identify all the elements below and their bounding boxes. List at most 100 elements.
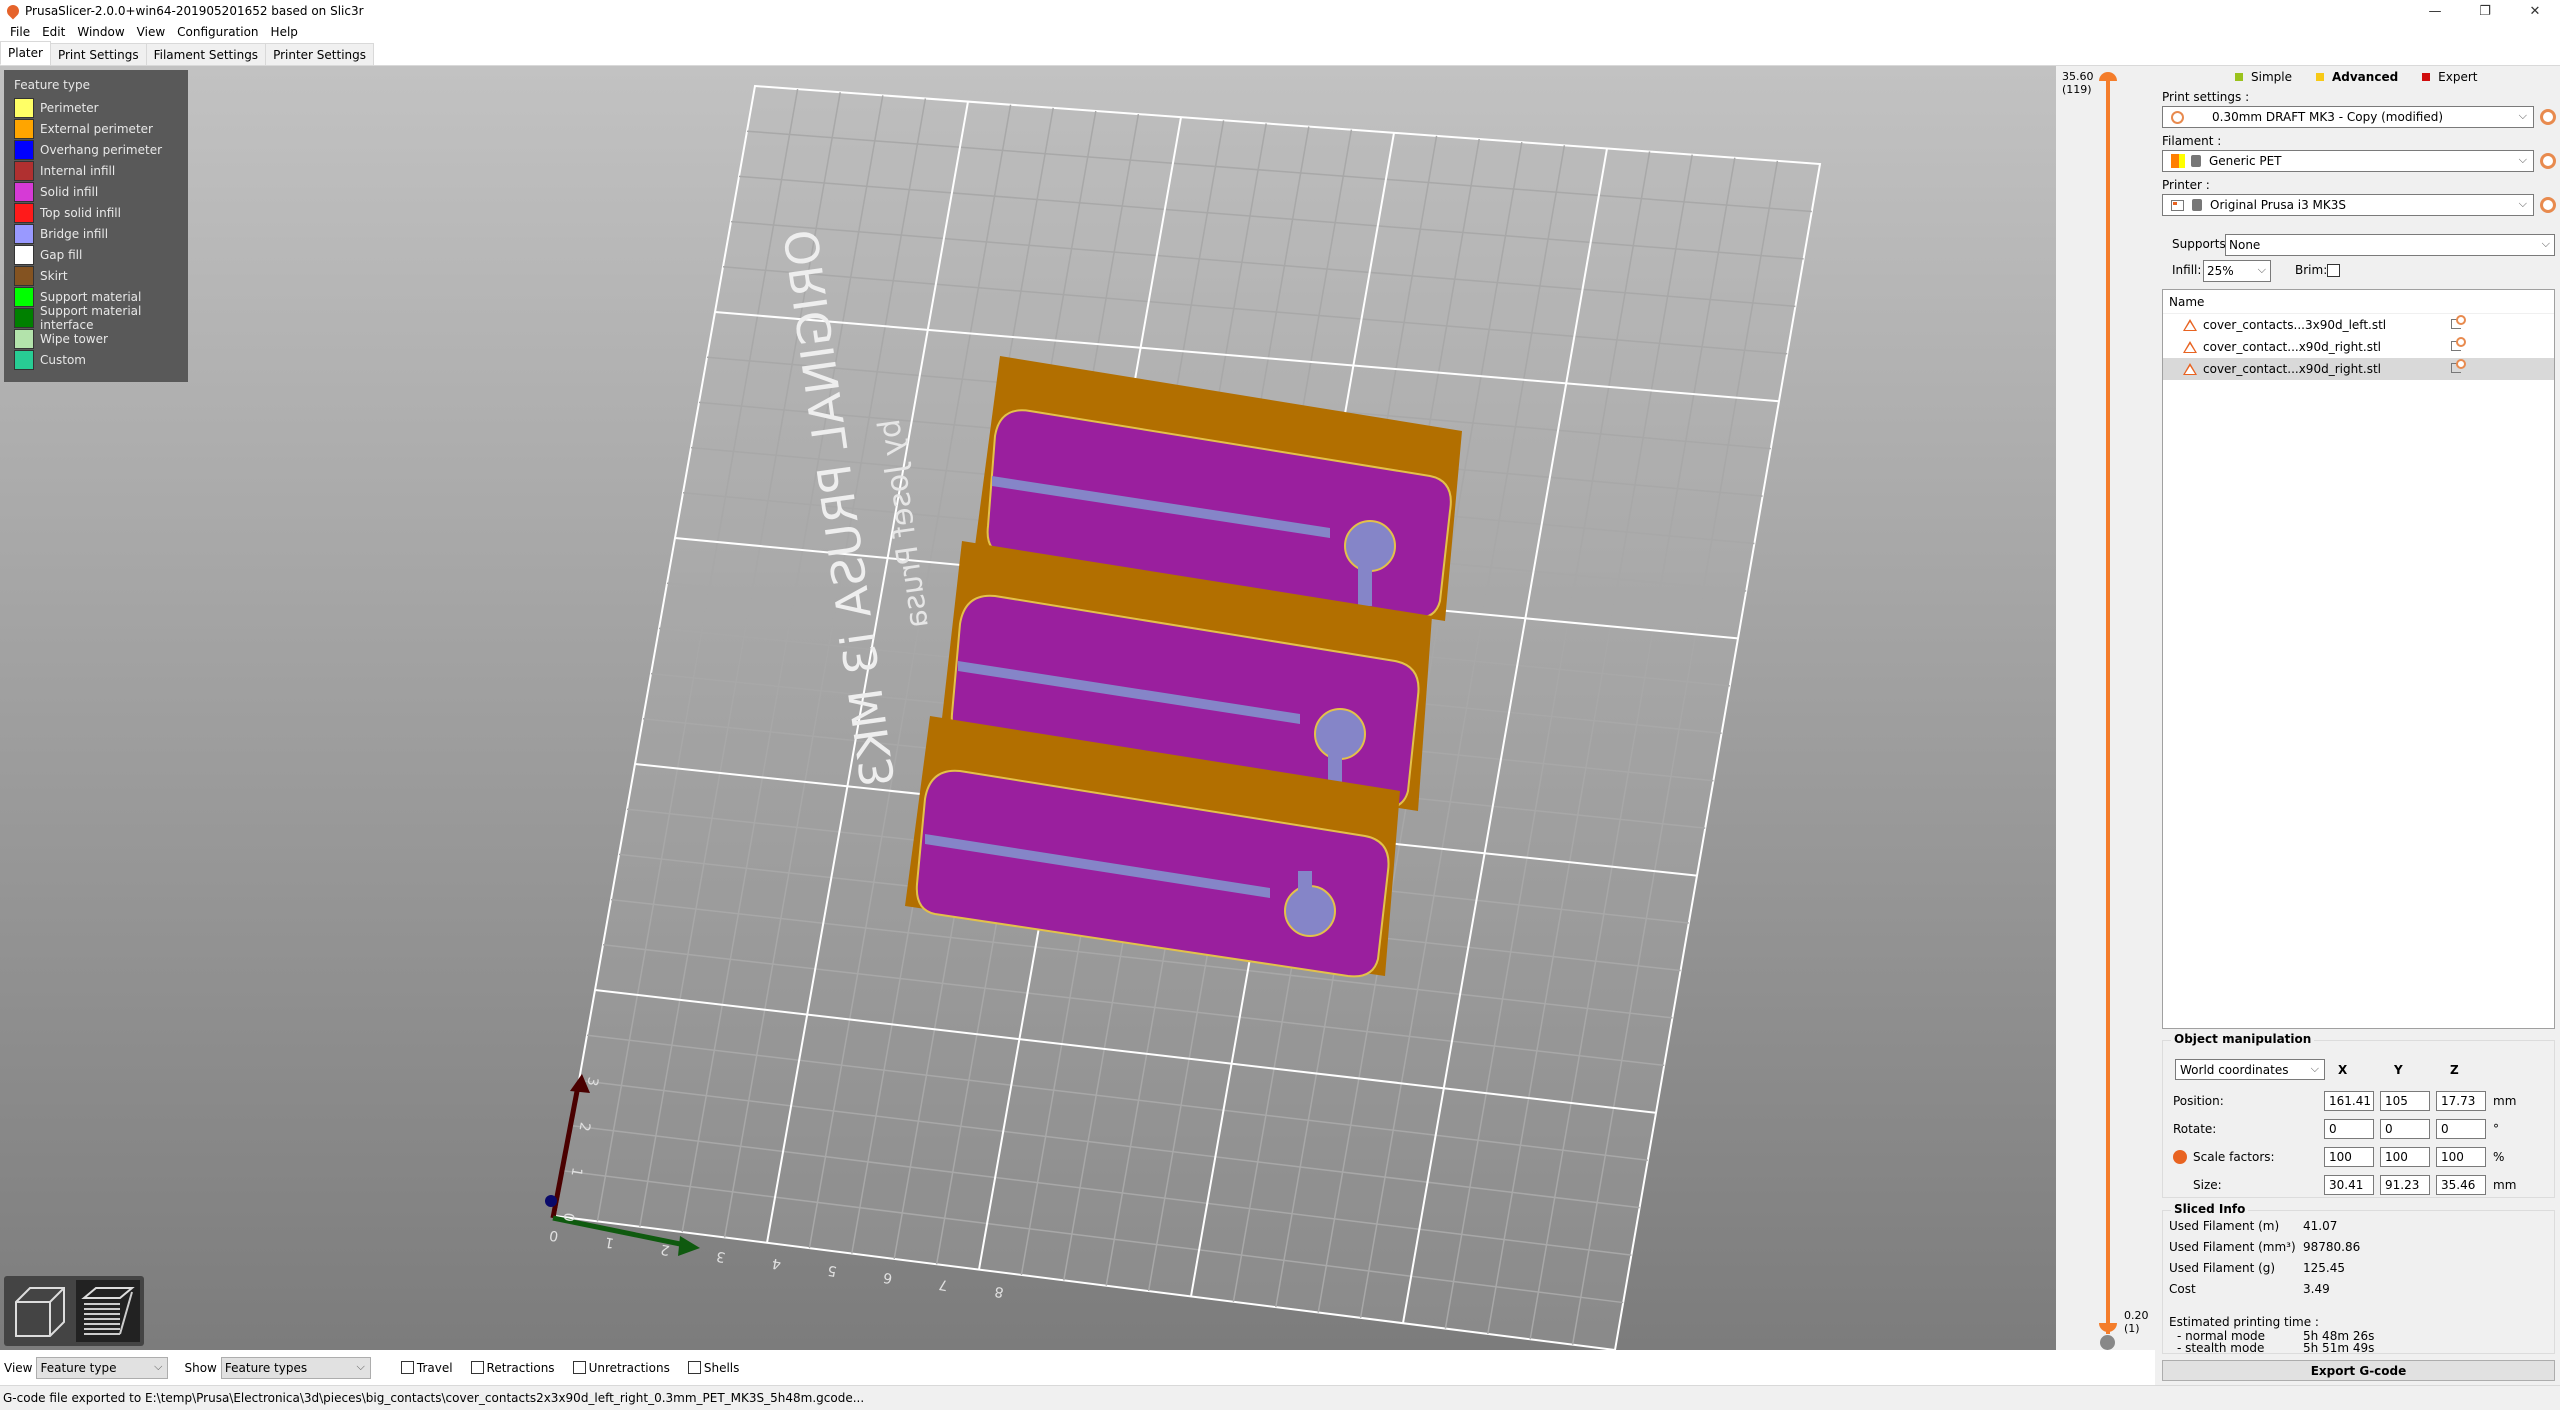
title-bar: PrusaSlicer-2.0.0+win64-201905201652 bas…: [0, 0, 2560, 22]
sliced-info-label: Used Filament (g): [2169, 1261, 2276, 1275]
coordinate-system-value: World coordinates: [2180, 1062, 2289, 1077]
om-z-field[interactable]: 100: [2436, 1147, 2486, 1167]
view-type-combo[interactable]: Feature type ⌵: [36, 1356, 169, 1379]
om-z-field[interactable]: 0: [2436, 1119, 2486, 1139]
show-features-value: Feature types: [224, 1360, 308, 1375]
tab-print-settings[interactable]: Print Settings: [49, 43, 147, 65]
legend-item-label: Top solid infill: [40, 205, 121, 220]
om-y-field[interactable]: 100: [2380, 1147, 2430, 1167]
filament-combo[interactable]: Generic PET ⌵: [2162, 150, 2534, 172]
checkbox-box[interactable]: [400, 1361, 414, 1374]
menu-edit[interactable]: Edit: [36, 25, 71, 39]
x-axis-arrowhead: [678, 1236, 700, 1256]
x-tick-label: 4: [771, 1255, 783, 1272]
mode-advanced[interactable]: Advanced: [2315, 70, 2398, 84]
om-x-field[interactable]: 0: [2324, 1119, 2374, 1139]
menu-configuration[interactable]: Configuration: [171, 25, 264, 39]
minimize-button[interactable]: —: [2410, 0, 2460, 22]
restore-button[interactable]: ❐: [2460, 0, 2510, 22]
unretractions-checkbox[interactable]: Unretractions: [572, 1361, 670, 1375]
legend-item-label: External perimeter: [40, 121, 153, 136]
edit-settings-icon[interactable]: [2451, 315, 2466, 329]
legend-item-label: Support material interface: [40, 303, 142, 332]
legend-item-label: Bridge infill: [40, 226, 109, 241]
close-button[interactable]: ✕: [2510, 0, 2560, 22]
om-z-field[interactable]: 35.46: [2436, 1175, 2486, 1195]
export-gcode-button[interactable]: Export G-code: [2162, 1360, 2555, 1381]
om-x-field[interactable]: 100: [2324, 1147, 2374, 1167]
filament-color-swatch: [2171, 154, 2185, 168]
om-y-field[interactable]: 105: [2380, 1091, 2430, 1111]
print-settings-combo[interactable]: 0.30mm DRAFT MK3 - Copy (modified) ⌵: [2162, 106, 2534, 128]
show-features-combo[interactable]: Feature types ⌵: [220, 1356, 371, 1379]
legend-item: Internal infill: [14, 160, 178, 181]
om-x-field[interactable]: 161.41: [2324, 1091, 2374, 1111]
lock-icon: [2191, 155, 2201, 167]
legend-color-swatch: [14, 181, 34, 202]
mode-expert[interactable]: Expert: [2422, 70, 2478, 84]
3d-view-button[interactable]: [8, 1280, 72, 1342]
object-list-header: Name: [2163, 290, 2554, 314]
axis-z-header: Z: [2450, 1063, 2459, 1077]
menu-help[interactable]: Help: [265, 25, 304, 39]
mode-simple[interactable]: Simple: [2235, 70, 2292, 84]
legend-item: External perimeter: [14, 118, 178, 139]
object-manipulation-panel: Object manipulation World coordinates ⌵ …: [2162, 1032, 2555, 1198]
om-unit: °: [2493, 1122, 2499, 1136]
filament-edit-icon[interactable]: [2540, 153, 2556, 169]
object-name: cover_contact...x90d_right.stl: [2203, 362, 2381, 376]
x-tick-label: 6: [882, 1269, 894, 1286]
om-y-field[interactable]: 0: [2380, 1119, 2430, 1139]
status-message: G-code file exported to E:\temp\Prusa\El…: [3, 1391, 865, 1405]
edit-settings-icon[interactable]: [2451, 359, 2466, 373]
om-z-field[interactable]: 17.73: [2436, 1091, 2486, 1111]
sliced-info-panel: Sliced Info Used Filament (m) 41.07 Used F…: [2162, 1202, 2555, 1355]
legend-item: Bridge infill: [14, 223, 178, 244]
object-manipulation-title: Object manipulation: [2171, 1032, 2315, 1046]
checkbox-box[interactable]: [687, 1361, 701, 1374]
object-name: cover_contacts...3x90d_left.stl: [2203, 318, 2387, 332]
om-row-label: Size:: [2193, 1178, 2222, 1192]
scale-lock-icon[interactable]: [2173, 1150, 2187, 1164]
tab-filament-settings[interactable]: Filament Settings: [145, 43, 267, 65]
checkbox-box[interactable]: [572, 1361, 586, 1374]
om-x-field[interactable]: 30.41: [2324, 1175, 2374, 1195]
printer-combo[interactable]: Original Prusa i3 MK3S ⌵: [2162, 194, 2534, 216]
shells-checkbox[interactable]: Shells: [687, 1361, 739, 1375]
legend-item-label: Perimeter: [40, 100, 99, 115]
brim-checkbox[interactable]: [2327, 264, 2340, 277]
x-tick-label: 8: [993, 1283, 1005, 1300]
menu-file[interactable]: File: [4, 25, 36, 39]
simple-mode-icon: [2235, 73, 2243, 81]
3d-preview-canvas[interactable]: ORIGINAL PRUSA i3 MK3 by Josef Prusa 0 1…: [0, 66, 2056, 1350]
edit-settings-icon[interactable]: [2451, 337, 2466, 351]
preview-button[interactable]: [76, 1280, 140, 1342]
view-type-value: Feature type: [40, 1360, 117, 1375]
printer-edit-icon[interactable]: [2540, 197, 2556, 213]
travel-checkbox[interactable]: Travel: [400, 1361, 453, 1375]
menu-view[interactable]: View: [131, 25, 171, 39]
menu-window[interactable]: Window: [71, 25, 130, 39]
infill-combo[interactable]: 25% ⌵: [2203, 260, 2271, 282]
tab-printer-settings[interactable]: Printer Settings: [265, 43, 375, 65]
supports-combo[interactable]: None ⌵: [2225, 234, 2555, 256]
view-mode-toggle: [4, 1276, 144, 1346]
chevron-down-icon: ⌵: [2518, 153, 2527, 166]
legend-item-label: Solid infill: [40, 184, 99, 199]
tab-plater[interactable]: Plater: [0, 41, 51, 65]
checkbox-box[interactable]: [470, 1361, 484, 1374]
print-settings-edit-icon[interactable]: [2540, 109, 2556, 125]
legend-item-label: Support material: [40, 289, 142, 304]
object-list-item[interactable]: cover_contacts...3x90d_left.stl: [2163, 314, 2554, 336]
layer-slider-track[interactable]: [2106, 76, 2110, 1334]
object-list-item[interactable]: cover_contact...x90d_right.stl: [2163, 358, 2554, 380]
om-y-field[interactable]: 91.23: [2380, 1175, 2430, 1195]
layer-slider-upper-thumb[interactable]: [2099, 72, 2117, 81]
object-list-item[interactable]: cover_contact...x90d_right.stl: [2163, 336, 2554, 358]
coordinate-system-combo[interactable]: World coordinates ⌵: [2175, 1059, 2325, 1080]
one-layer-lock-icon[interactable]: [2100, 1335, 2115, 1350]
retractions-checkbox[interactable]: Retractions: [470, 1361, 555, 1375]
layer-slider-lower-thumb[interactable]: [2099, 1323, 2117, 1332]
layer-slider[interactable]: 35.60 (119) 0.20 (1): [2056, 66, 2155, 1350]
legend-title: Feature type: [14, 78, 90, 92]
